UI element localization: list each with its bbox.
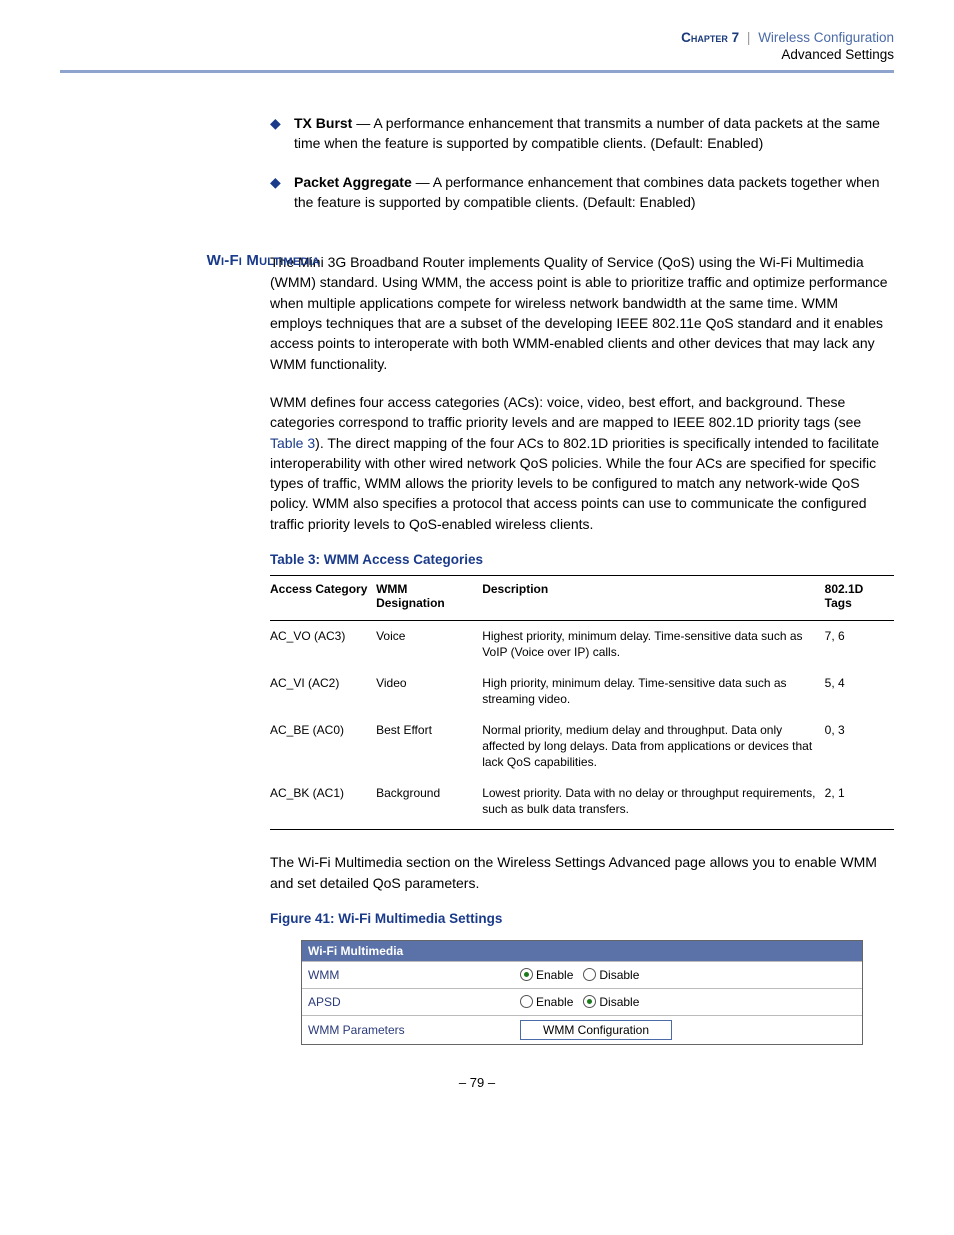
th-access-category: Access Category [270,576,376,621]
diamond-icon: ◆ [270,115,281,132]
table-row: AC_BK (AC1) Background Lowest priority. … [270,778,894,830]
panel-header: Wi-Fi Multimedia [302,941,862,961]
wmm-params-label: WMM Parameters [302,1019,514,1041]
table-row: AC_BE (AC0) Best Effort Normal priority,… [270,715,894,778]
outro-para: The Wi-Fi Multimedia section on the Wire… [270,852,894,893]
th-8021d-tags: 802.1D Tags [825,576,894,621]
cell-wmm: Voice [376,621,482,669]
cell-tags: 0, 3 [825,715,894,778]
wifi-multimedia-panel: Wi-Fi Multimedia WMM Enable Disable APSD [301,940,863,1045]
wmm-categories-table: Access Category WMM Designation Descript… [270,575,894,830]
table-row: AC_VI (AC2) Video High priority, minimum… [270,668,894,715]
bullet-tx-burst: ◆ TX Burst — A performance enhancement t… [270,113,894,154]
cell-ac: AC_VO (AC3) [270,621,376,669]
wmm-configuration-button[interactable]: WMM Configuration [520,1020,672,1040]
diamond-icon: ◆ [270,174,281,191]
radio-label-enable: Enable [536,968,573,982]
cell-wmm: Background [376,778,482,830]
cell-wmm: Video [376,668,482,715]
figure41-title: Figure 41: Wi-Fi Multimedia Settings [270,911,894,926]
header-subsection: Advanced Settings [60,47,894,62]
header-pipe: | [747,30,751,45]
wifi-para-1: The Mini 3G Broadband Router implements … [270,252,894,374]
table-row: AC_VO (AC3) Voice Highest priority, mini… [270,621,894,669]
cell-ac: AC_VI (AC2) [270,668,376,715]
cell-desc: Normal priority, medium delay and throug… [482,715,824,778]
para2-b: ). The direct mapping of the four ACs to… [270,435,879,532]
cell-tags: 2, 1 [825,778,894,830]
cell-tags: 7, 6 [825,621,894,669]
cell-tags: 5, 4 [825,668,894,715]
section-heading-wifi: Wi-Fi Multimedia [120,252,320,269]
cell-ac: AC_BE (AC0) [270,715,376,778]
table3-title: Table 3: WMM Access Categories [270,552,894,567]
apsd-disable-radio[interactable] [583,995,596,1008]
bullet-term: TX Burst [294,115,352,131]
bullet-text: — A performance enhancement that transmi… [294,115,880,151]
wmm-label: WMM [302,964,514,986]
wmm-disable-radio[interactable] [583,968,596,981]
header-section: Wireless Configuration [758,30,894,45]
cell-wmm: Best Effort [376,715,482,778]
cell-desc: Lowest priority. Data with no delay or t… [482,778,824,830]
radio-label-disable: Disable [599,995,639,1009]
cell-desc: High priority, minimum delay. Time-sensi… [482,668,824,715]
chapter-label: Chapter 7 [681,30,739,45]
page-number: – 79 – [60,1075,894,1090]
bullet-term: Packet Aggregate [294,174,412,190]
page-header: Chapter 7 | Wireless Configuration Advan… [60,30,894,73]
radio-label-disable: Disable [599,968,639,982]
wmm-enable-radio[interactable] [520,968,533,981]
apsd-enable-radio[interactable] [520,995,533,1008]
bullet-packet-aggregate: ◆ Packet Aggregate — A performance enhan… [270,172,894,213]
table3-xref[interactable]: Table 3 [270,435,315,451]
wifi-para-2: WMM defines four access categories (ACs)… [270,392,894,534]
panel-row-apsd: APSD Enable Disable [302,988,862,1015]
para2-a: WMM defines four access categories (ACs)… [270,394,861,430]
th-description: Description [482,576,824,621]
panel-row-wmm: WMM Enable Disable [302,961,862,988]
cell-ac: AC_BK (AC1) [270,778,376,830]
cell-desc: Highest priority, minimum delay. Time-se… [482,621,824,669]
apsd-label: APSD [302,991,514,1013]
radio-label-enable: Enable [536,995,573,1009]
panel-row-params: WMM Parameters WMM Configuration [302,1015,862,1044]
th-wmm-designation: WMM Designation [376,576,482,621]
